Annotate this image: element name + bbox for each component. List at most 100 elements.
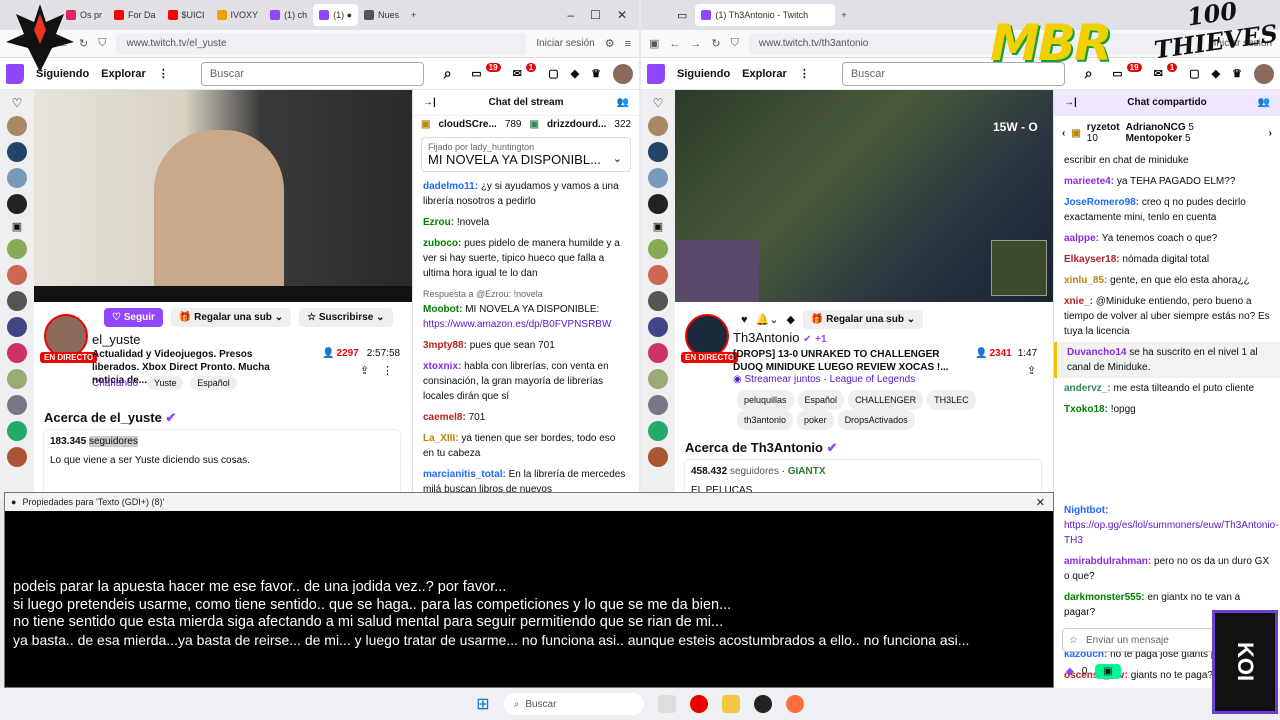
reload-icon[interactable]: ↻ <box>711 37 720 50</box>
chat-username[interactable]: Moobot: <box>423 304 465 315</box>
tag[interactable]: CHALLENGER <box>848 390 924 410</box>
maximize-icon[interactable]: ☐ <box>590 8 601 22</box>
subscribe-button[interactable]: ☆ Suscribirse ⌄ <box>299 308 393 327</box>
twitch-logo-icon[interactable] <box>647 63 665 84</box>
channel-avatar[interactable] <box>648 369 668 389</box>
more-icon[interactable]: ⋮ <box>799 67 810 80</box>
firefox-icon[interactable] <box>785 695 804 713</box>
channel-avatar[interactable] <box>648 142 668 162</box>
address-bar[interactable]: www.twitch.tv/el_yuste <box>116 32 527 55</box>
tag[interactable]: peluquillas <box>737 390 794 410</box>
back-icon[interactable]: ← <box>669 38 680 50</box>
camera-icon[interactable]: ▣ <box>653 220 663 233</box>
nav-explore[interactable]: Explorar <box>101 68 146 80</box>
close-icon[interactable]: ✕ <box>617 8 627 22</box>
tag[interactable]: DropsActivados <box>837 410 915 430</box>
gift-sub-button[interactable]: 🎁 Regalar una sub ⌄ <box>802 310 924 329</box>
category-link[interactable]: Charlando <box>92 378 138 389</box>
camera-icon[interactable]: ▣ <box>12 220 22 233</box>
close-icon[interactable]: ✕ <box>1036 496 1045 509</box>
tag[interactable]: Español <box>190 376 237 390</box>
video-player[interactable]: 15W - O <box>675 90 1053 302</box>
chat-username[interactable]: andervz_: <box>1064 383 1113 394</box>
collab-count[interactable]: +1 <box>815 334 826 345</box>
channel-avatar[interactable] <box>648 239 668 259</box>
browser-tab-active[interactable]: (1) ● <box>313 4 359 26</box>
chat-username[interactable]: darkmonster555: <box>1064 592 1147 603</box>
collapse-chat-icon[interactable]: →| <box>1064 97 1077 108</box>
leaderboard-user[interactable]: cloudSCre... <box>438 119 496 130</box>
tag[interactable]: Yuste <box>146 376 184 390</box>
channel-avatar[interactable] <box>7 421 27 441</box>
leaderboard-user[interactable]: drizzdourd... <box>547 119 606 130</box>
inbox-icon[interactable]: ✉ <box>513 67 522 80</box>
start-icon[interactable]: ⊞ <box>476 694 489 714</box>
browser-tab[interactable]: For Da <box>108 4 162 26</box>
channel-points-icon[interactable]: ◆ <box>1066 666 1074 677</box>
channel-avatar[interactable] <box>7 194 27 214</box>
channel-avatar[interactable] <box>7 265 27 285</box>
nav-explore[interactable]: Explorar <box>742 68 787 80</box>
channel-avatar[interactable] <box>648 291 668 311</box>
channel-name[interactable]: Th3Antonio <box>733 330 800 345</box>
more-icon[interactable]: ⋮ <box>158 67 169 80</box>
chat-username[interactable]: dadelmo11: <box>423 181 481 192</box>
tag[interactable]: TH3LEC <box>927 390 976 410</box>
chat-username[interactable]: Elkayser18: <box>1064 254 1122 265</box>
file-icon[interactable] <box>657 695 676 713</box>
chat-username[interactable]: xnie_: <box>1064 296 1096 307</box>
prime-icon[interactable]: ♛ <box>591 67 601 80</box>
channel-avatar[interactable] <box>7 291 27 311</box>
chat-username[interactable]: marcianitis_total: <box>423 469 509 480</box>
chat-username[interactable]: marieete4: <box>1064 176 1117 187</box>
account-button[interactable]: Iniciar sesión <box>536 38 594 49</box>
users-icon[interactable]: 👥 <box>1258 97 1270 108</box>
notifications-icon[interactable]: ▭ <box>471 67 481 80</box>
chat-username[interactable]: caemel8: <box>423 412 469 423</box>
channel-avatar[interactable] <box>648 421 668 441</box>
chat-username[interactable]: amirabdulrahman: <box>1064 556 1154 567</box>
channel-avatar[interactable] <box>648 447 668 467</box>
category-link[interactable]: League of Legends <box>830 374 916 385</box>
chat-username[interactable]: Ezrou: <box>423 217 457 228</box>
pinned-message[interactable]: Fijado por lady_huntington MI NOVELA YA … <box>421 137 631 172</box>
heart-icon[interactable]: ♡ <box>653 96 664 110</box>
channel-avatar[interactable] <box>648 168 668 188</box>
tabs-icon[interactable]: ▣ <box>649 37 659 50</box>
extensions-icon[interactable]: ⚙ <box>605 37 615 50</box>
channel-avatar[interactable] <box>648 395 668 415</box>
channel-avatar[interactable] <box>648 343 668 363</box>
collapse-chat-icon[interactable]: →| <box>423 97 436 108</box>
nav-following[interactable]: Siguiendo <box>677 68 730 80</box>
follow-button[interactable]: ♡ Seguir <box>104 308 163 327</box>
chat-text[interactable]: https://op.gg/es/lol/summoners/euw/Th3An… <box>1064 520 1279 546</box>
prime-icon[interactable]: ♛ <box>1232 67 1242 80</box>
chat-username[interactable]: xinlu_85: <box>1064 275 1110 286</box>
bits-icon[interactable]: ◆ <box>786 313 794 326</box>
channel-avatar[interactable] <box>7 343 27 363</box>
leaderboard-user[interactable]: AdrianoNCG <box>1126 122 1186 133</box>
chat-username[interactable]: zuboco: <box>423 238 464 249</box>
forward-icon[interactable]: → <box>690 38 701 50</box>
chat-username[interactable]: xtoxnix: <box>423 361 464 372</box>
more-options-icon[interactable]: ⋮ <box>382 364 393 377</box>
whisper-icon[interactable]: ▢ <box>548 67 558 80</box>
chat-username[interactable]: Duvancho14 <box>1067 347 1129 358</box>
bits-icon[interactable]: ◆ <box>571 67 579 80</box>
chevron-left-icon[interactable]: ‹ <box>1062 128 1065 139</box>
share-icon[interactable]: ⇪ <box>1027 364 1036 377</box>
claim-points-icon[interactable]: ▣ <box>1095 664 1121 679</box>
channel-avatar[interactable] <box>648 265 668 285</box>
opera-icon[interactable] <box>689 695 708 713</box>
browser-tab-active[interactable]: (1) Th3Antonio - Twitch <box>695 4 836 26</box>
tag[interactable]: th3antonio <box>737 410 794 430</box>
channel-avatar[interactable] <box>7 168 27 188</box>
browser-tab[interactable]: Nues <box>358 4 405 26</box>
leaderboard-user[interactable]: Mentopoker <box>1126 133 1183 144</box>
team-link[interactable]: GIANTX <box>788 466 826 477</box>
obs-icon[interactable] <box>753 695 772 713</box>
tab-overview-icon[interactable]: ▭ <box>677 9 687 22</box>
collab-link[interactable]: Streamear juntos <box>745 374 821 385</box>
channel-name[interactable]: el_yuste <box>92 332 140 347</box>
channel-avatar[interactable] <box>7 395 27 415</box>
